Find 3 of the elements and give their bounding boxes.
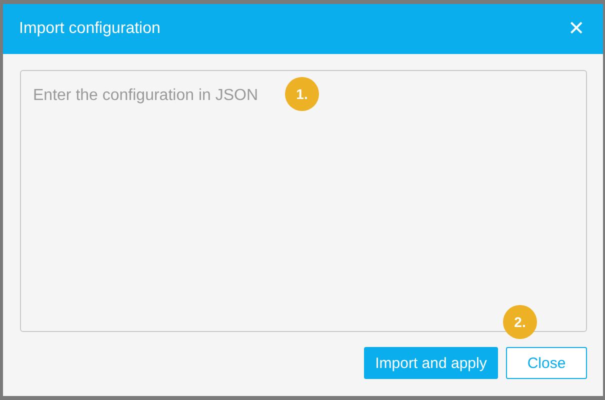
import-button[interactable]: Import and apply	[364, 347, 498, 379]
close-button[interactable]: Close	[506, 347, 587, 379]
dialog-title: Import configuration	[19, 20, 160, 38]
